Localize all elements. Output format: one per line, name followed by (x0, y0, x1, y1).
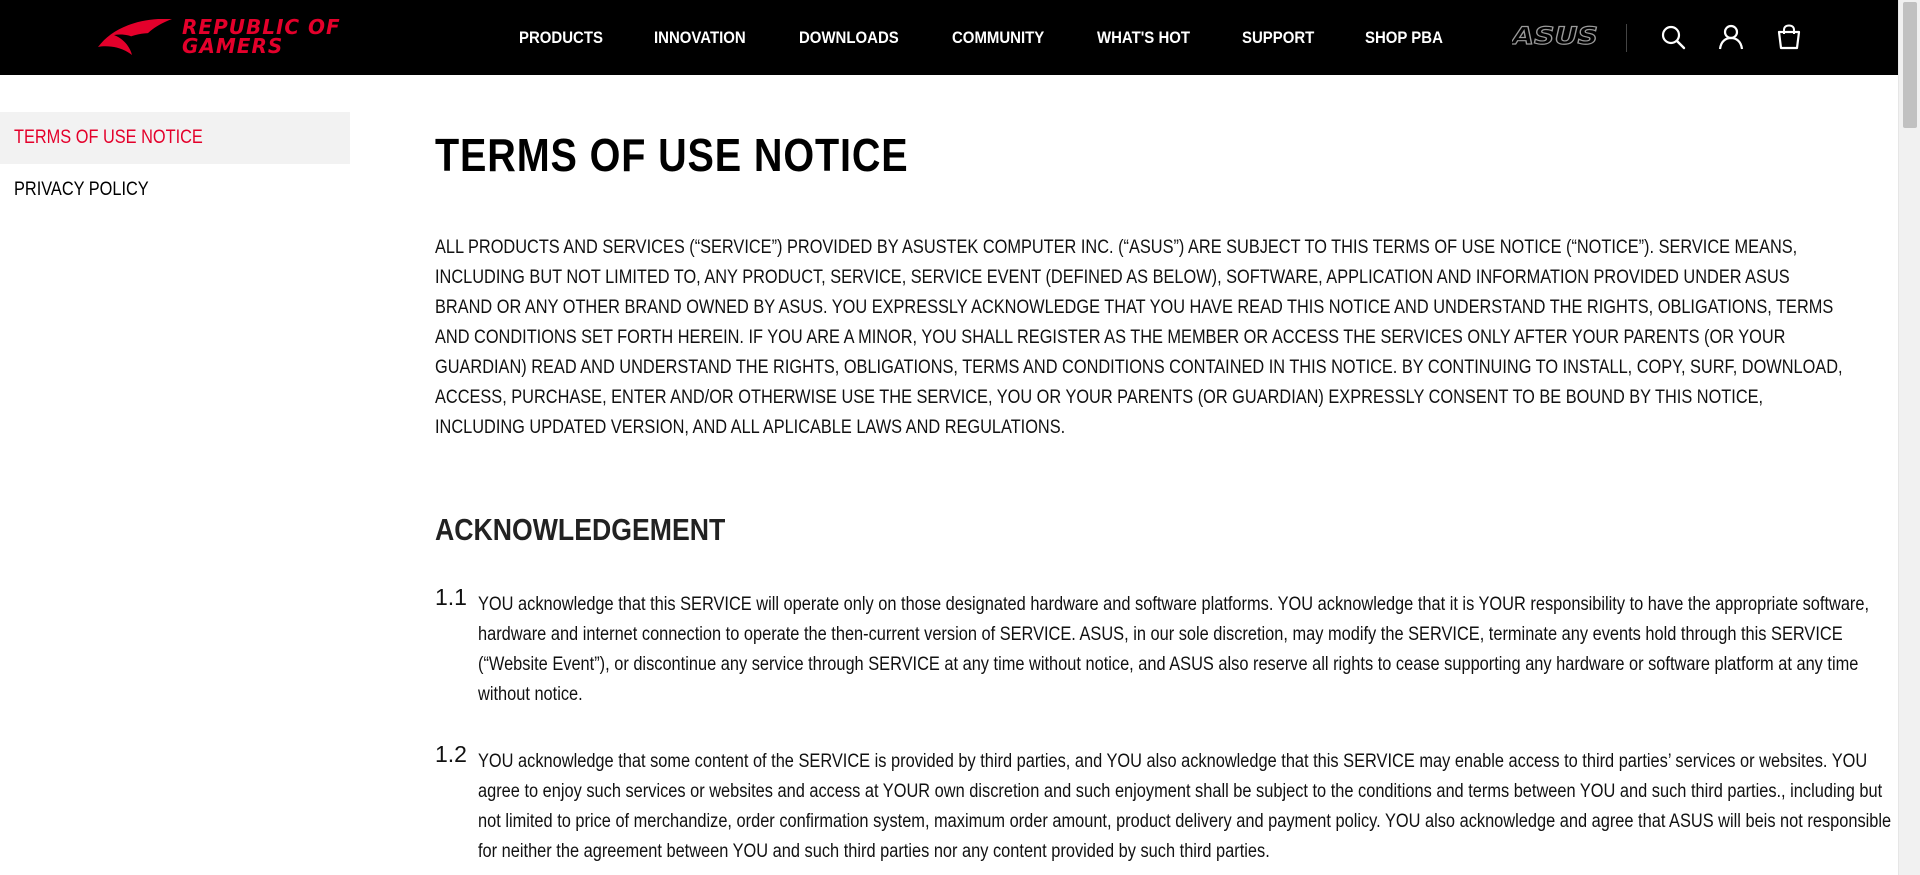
asus-logo-text: ASUS (1512, 24, 1598, 48)
cart-icon[interactable] (1774, 22, 1804, 52)
user-icon[interactable] (1716, 22, 1746, 52)
nav-support[interactable]: SUPPORT (1242, 28, 1314, 48)
sidebar-item-privacy-policy[interactable]: PRIVACY POLICY (0, 164, 350, 216)
nav-products[interactable]: PRODUCTS (519, 28, 603, 48)
rog-eye-icon (98, 19, 172, 55)
top-navigation-bar: REPUBLIC OF GAMERS PRODUCTS INNOVATION D… (0, 0, 1898, 75)
clause-text: YOU acknowledge that some content of the… (478, 751, 1892, 862)
page-scrollbar[interactable] (1898, 0, 1920, 875)
asus-logo[interactable]: ASUS (1509, 21, 1600, 50)
header-divider (1626, 24, 1627, 52)
main-nav: PRODUCTS INNOVATION DOWNLOADS COMMUNITY … (519, 0, 1493, 75)
sidebar-item-terms-of-use[interactable]: TERMS OF USE NOTICE (0, 112, 350, 164)
nav-whats-hot[interactable]: WHAT'S HOT (1097, 28, 1190, 48)
rog-logo[interactable]: REPUBLIC OF GAMERS (96, 12, 346, 62)
sidebar-item-label: TERMS OF USE NOTICE (14, 127, 203, 148)
logo-line-2: GAMERS (182, 34, 284, 58)
section-title: ACKNOWLEDGEMENT (435, 512, 726, 547)
nav-community[interactable]: COMMUNITY (952, 28, 1044, 48)
clause-number: 1.1 (435, 584, 467, 610)
scrollbar-thumb[interactable] (1903, 2, 1917, 128)
nav-downloads[interactable]: DOWNLOADS (799, 28, 899, 48)
sidebar-item-label: PRIVACY POLICY (14, 179, 149, 200)
nav-shop-pba[interactable]: SHOP PBA (1365, 28, 1443, 48)
page-title: TERMS OF USE NOTICE (435, 129, 909, 181)
nav-innovation[interactable]: INNOVATION (654, 28, 746, 48)
clause-number: 1.2 (435, 741, 467, 767)
clause-text: YOU acknowledge that this SERVICE will o… (478, 594, 1870, 705)
search-icon[interactable] (1658, 22, 1688, 52)
rog-logo-text: REPUBLIC OF GAMERS (182, 17, 341, 58)
intro-paragraph: ALL PRODUCTS AND SERVICES (“SERVICE”) PR… (435, 237, 1843, 438)
sidebar: TERMS OF USE NOTICE PRIVACY POLICY (0, 112, 350, 216)
main-content: TERMS OF USE NOTICE ALL PRODUCTS AND SER… (435, 120, 1895, 862)
